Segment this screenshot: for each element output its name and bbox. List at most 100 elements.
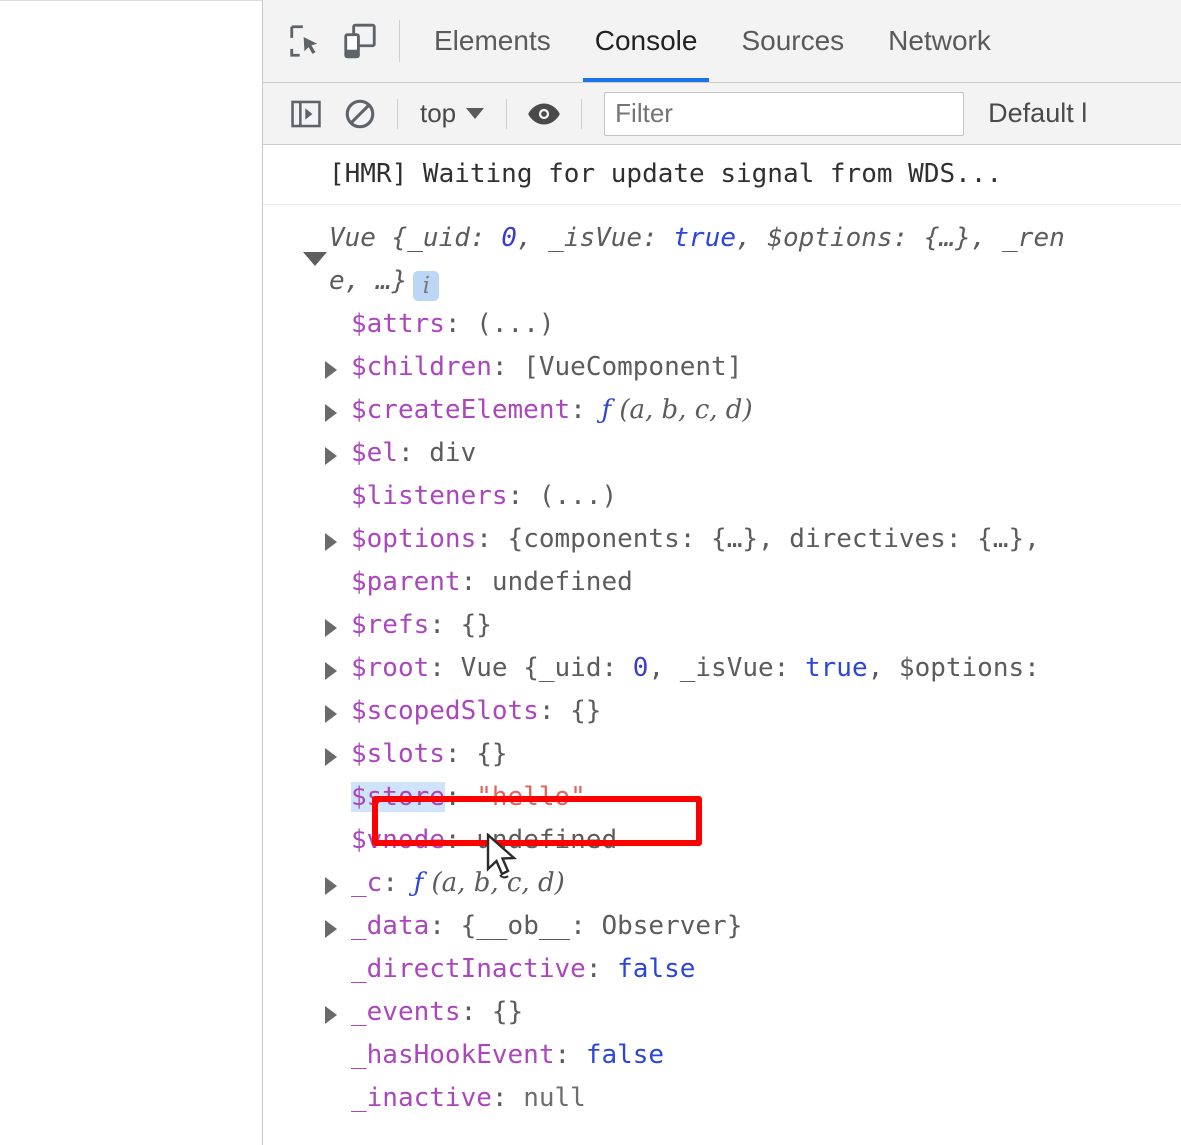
- expand-triangle-icon[interactable]: [325, 748, 337, 766]
- object-property-row[interactable]: $createElement: ƒ (a, b, c, d): [263, 389, 1181, 432]
- object-preview-line2: e, …}: [329, 266, 408, 296]
- tab-sources-label: Sources: [741, 25, 845, 56]
- expand-triangle-icon[interactable]: [325, 705, 337, 723]
- property-key[interactable]: $parent: [351, 567, 461, 597]
- object-property-row[interactable]: $root: Vue {_uid: 0, _isVue: true, $opti…: [263, 647, 1181, 690]
- property-key[interactable]: _events: [351, 997, 461, 1027]
- property-colon: :: [444, 825, 477, 855]
- property-value[interactable]: false: [617, 954, 695, 984]
- inspect-element-icon-svg: [290, 25, 318, 57]
- expand-triangle-icon[interactable]: [325, 533, 337, 551]
- tab-elements[interactable]: Elements: [412, 0, 573, 82]
- console-message-hmr[interactable]: [HMR] Waiting for update signal from WDS…: [263, 145, 1181, 205]
- expand-triangle-icon[interactable]: [325, 404, 337, 422]
- execution-context-selector[interactable]: top: [408, 98, 496, 129]
- property-key[interactable]: $options: [351, 524, 476, 554]
- property-key[interactable]: _data: [351, 911, 429, 941]
- clear-console-icon[interactable]: [333, 83, 387, 145]
- property-key[interactable]: $scopedSlots: [351, 696, 539, 726]
- object-property-row[interactable]: _inactive: null: [263, 1077, 1181, 1120]
- object-ctor-name: Vue: [329, 223, 392, 253]
- expand-triangle-icon[interactable]: [325, 447, 337, 465]
- property-key[interactable]: $el: [351, 438, 398, 468]
- property-value[interactable]: {components: {…}, directives: {…},: [508, 524, 1040, 554]
- property-key[interactable]: $root: [351, 653, 429, 683]
- hmr-message-text: [HMR] Waiting for update signal from WDS…: [329, 159, 1003, 189]
- property-key[interactable]: $attrs: [351, 309, 445, 339]
- property-key[interactable]: $store: [351, 782, 445, 812]
- expand-triangle-icon[interactable]: [325, 920, 337, 938]
- property-key[interactable]: _c: [351, 868, 382, 898]
- property-key[interactable]: _directInactive: [351, 954, 586, 984]
- object-property-row[interactable]: $children: [VueComponent]: [263, 346, 1181, 389]
- property-colon: :: [460, 567, 492, 597]
- tab-network[interactable]: Network: [866, 0, 1013, 82]
- object-property-row[interactable]: $scopedSlots: {}: [263, 690, 1181, 733]
- expand-triangle-icon[interactable]: [325, 619, 337, 637]
- property-value[interactable]: {}: [570, 696, 601, 726]
- property-value[interactable]: {}: [492, 997, 523, 1027]
- object-preview-header[interactable]: Vue {_uid: 0, _isVue: true, $options: {……: [263, 217, 1181, 303]
- property-value[interactable]: false: [586, 1040, 664, 1070]
- expand-triangle-icon[interactable]: [325, 361, 337, 379]
- filterbar-divider-3: [581, 98, 583, 129]
- page-viewport[interactable]: [0, 0, 263, 1145]
- property-key[interactable]: $listeners: [351, 481, 508, 511]
- tab-network-label: Network: [888, 25, 991, 56]
- tab-console[interactable]: Console: [573, 0, 720, 82]
- object-property-row[interactable]: $refs: {}: [263, 604, 1181, 647]
- property-key[interactable]: _inactive: [351, 1083, 492, 1113]
- log-levels-dropdown[interactable]: Default l: [988, 98, 1087, 129]
- property-value[interactable]: [VueComponent]: [523, 352, 742, 382]
- property-value[interactable]: (...): [539, 481, 617, 511]
- property-value[interactable]: ƒ (a, b, c, d): [601, 395, 752, 425]
- object-property-row[interactable]: _data: {__ob__: Observer}: [263, 905, 1181, 948]
- object-property-row[interactable]: $listeners: (...): [263, 475, 1181, 518]
- object-property-row[interactable]: $attrs: (...): [263, 303, 1181, 346]
- object-property-row[interactable]: _directInactive: false: [263, 948, 1181, 991]
- property-colon: :: [476, 524, 508, 554]
- live-expression-icon[interactable]: [517, 83, 571, 145]
- property-value[interactable]: div: [429, 438, 476, 468]
- property-value[interactable]: {}: [476, 739, 507, 769]
- clear-console-icon-svg: [345, 99, 375, 128]
- device-toolbar-icon[interactable]: [333, 0, 387, 82]
- tab-sources[interactable]: Sources: [719, 0, 866, 82]
- console-filterbar: top Default l: [263, 83, 1181, 145]
- object-property-row[interactable]: $parent: undefined: [263, 561, 1181, 604]
- tab-elements-label: Elements: [434, 25, 551, 56]
- property-value[interactable]: undefined: [476, 825, 617, 855]
- object-property-row[interactable]: _events: {}: [263, 991, 1181, 1034]
- object-property-row[interactable]: _hasHookEvent: false: [263, 1034, 1181, 1077]
- expand-triangle-icon[interactable]: [325, 662, 337, 680]
- object-property-row[interactable]: $options: {components: {…}, directives: …: [263, 518, 1181, 561]
- object-property-row[interactable]: $slots: {}: [263, 733, 1181, 776]
- property-value[interactable]: null: [523, 1083, 586, 1113]
- info-icon[interactable]: i: [413, 271, 440, 301]
- object-property-row[interactable]: $vnode: undefined: [263, 819, 1181, 862]
- console-log: [HMR] Waiting for update signal from WDS…: [263, 145, 1181, 1120]
- property-value[interactable]: Vue {_uid: 0, _isVue: true, $options:: [461, 653, 1040, 683]
- property-value[interactable]: {__ob__: Observer}: [461, 911, 743, 941]
- object-property-row[interactable]: $el: div: [263, 432, 1181, 475]
- filter-input[interactable]: [604, 91, 965, 136]
- property-key[interactable]: $createElement: [351, 395, 570, 425]
- property-value[interactable]: (...): [476, 309, 554, 339]
- expand-triangle-icon[interactable]: [325, 877, 337, 895]
- expand-triangle-icon[interactable]: [325, 1006, 337, 1024]
- property-key[interactable]: $refs: [351, 610, 429, 640]
- property-key[interactable]: $children: [351, 352, 492, 382]
- property-key[interactable]: $vnode: [351, 825, 445, 855]
- console-sidebar-icon[interactable]: [279, 83, 333, 145]
- inspect-element-icon[interactable]: [279, 0, 333, 82]
- object-property-row[interactable]: $store: "hello": [263, 776, 1181, 819]
- property-value[interactable]: {}: [461, 610, 492, 640]
- object-property-row[interactable]: _c: ƒ (a, b, c, d): [263, 862, 1181, 905]
- devtools-panel: Elements Console Sources Network top Fil…: [263, 0, 1181, 1145]
- property-colon: :: [554, 1040, 586, 1070]
- property-value[interactable]: undefined: [492, 567, 633, 597]
- property-value[interactable]: "hello": [476, 782, 586, 812]
- property-value[interactable]: ƒ (a, b, c, d): [414, 868, 565, 898]
- property-key[interactable]: $slots: [351, 739, 445, 769]
- property-key[interactable]: _hasHookEvent: [351, 1040, 555, 1070]
